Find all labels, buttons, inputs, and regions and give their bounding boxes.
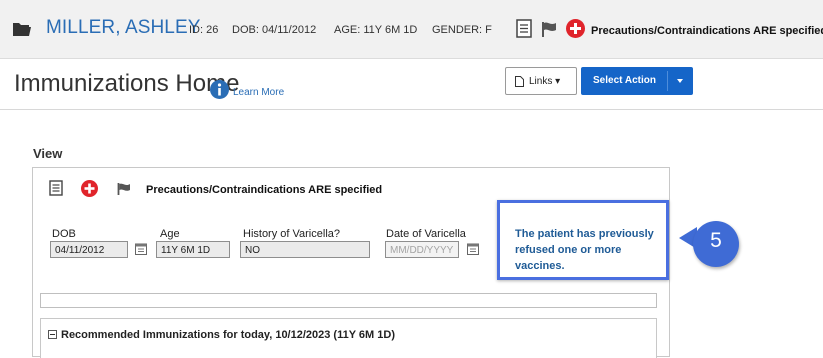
- info-icon[interactable]: [210, 80, 229, 99]
- step-badge-number: 5: [710, 229, 722, 252]
- flag-icon[interactable]: [541, 21, 558, 37]
- patient-name[interactable]: MILLER, ASHLEY: [46, 17, 201, 39]
- dob-field[interactable]: 04/11/2012: [50, 241, 128, 258]
- patient-age: AGE: 11Y 6M 1D: [334, 24, 418, 36]
- empty-row: [40, 293, 657, 308]
- patient-gender: GENDER: F: [432, 24, 492, 36]
- precautions-alert[interactable]: Precautions/Contraindications ARE specif…: [591, 25, 823, 37]
- varicella-history-field[interactable]: NO: [240, 241, 370, 258]
- chevron-down-icon[interactable]: [677, 79, 683, 83]
- recommended-heading[interactable]: Recommended Immunizations for today, 10/…: [61, 329, 395, 341]
- calendar-icon[interactable]: [135, 243, 147, 255]
- select-action-button[interactable]: Select Action: [581, 67, 693, 95]
- panel-precautions-text[interactable]: Precautions/Contraindications ARE specif…: [146, 184, 382, 196]
- links-button[interactable]: Links ▾: [505, 67, 577, 95]
- patient-id: ID: 26: [189, 24, 219, 36]
- divider: [0, 109, 823, 110]
- calendar-icon[interactable]: [467, 243, 479, 255]
- document-icon[interactable]: [516, 19, 532, 38]
- varicella-history-label: History of Varicella?: [243, 228, 340, 240]
- view-section-label: View: [33, 146, 63, 161]
- collapse-icon[interactable]: [48, 330, 57, 339]
- page-title: Immunizations Home: [14, 70, 240, 97]
- add-alert-icon[interactable]: [81, 180, 98, 197]
- links-label: Links: [529, 76, 553, 87]
- refusal-message: The patient has previously refused one o…: [515, 228, 654, 272]
- folder-icon: [13, 23, 31, 36]
- button-divider: [667, 71, 668, 91]
- age-label: Age: [160, 228, 180, 240]
- varicella-date-field[interactable]: MM/DD/YYYY: [385, 241, 459, 258]
- select-action-label: Select Action: [593, 75, 656, 86]
- document-icon[interactable]: [49, 180, 63, 196]
- dob-label: DOB: [52, 228, 76, 240]
- patient-dob: DOB: 04/11/2012: [232, 24, 317, 36]
- age-field: 11Y 6M 1D: [156, 241, 230, 258]
- learn-more-link[interactable]: Learn More: [233, 87, 284, 98]
- varicella-date-label: Date of Varicella: [386, 228, 466, 240]
- add-alert-icon[interactable]: [566, 19, 585, 38]
- page-icon: [515, 76, 524, 87]
- flag-icon[interactable]: [117, 183, 131, 195]
